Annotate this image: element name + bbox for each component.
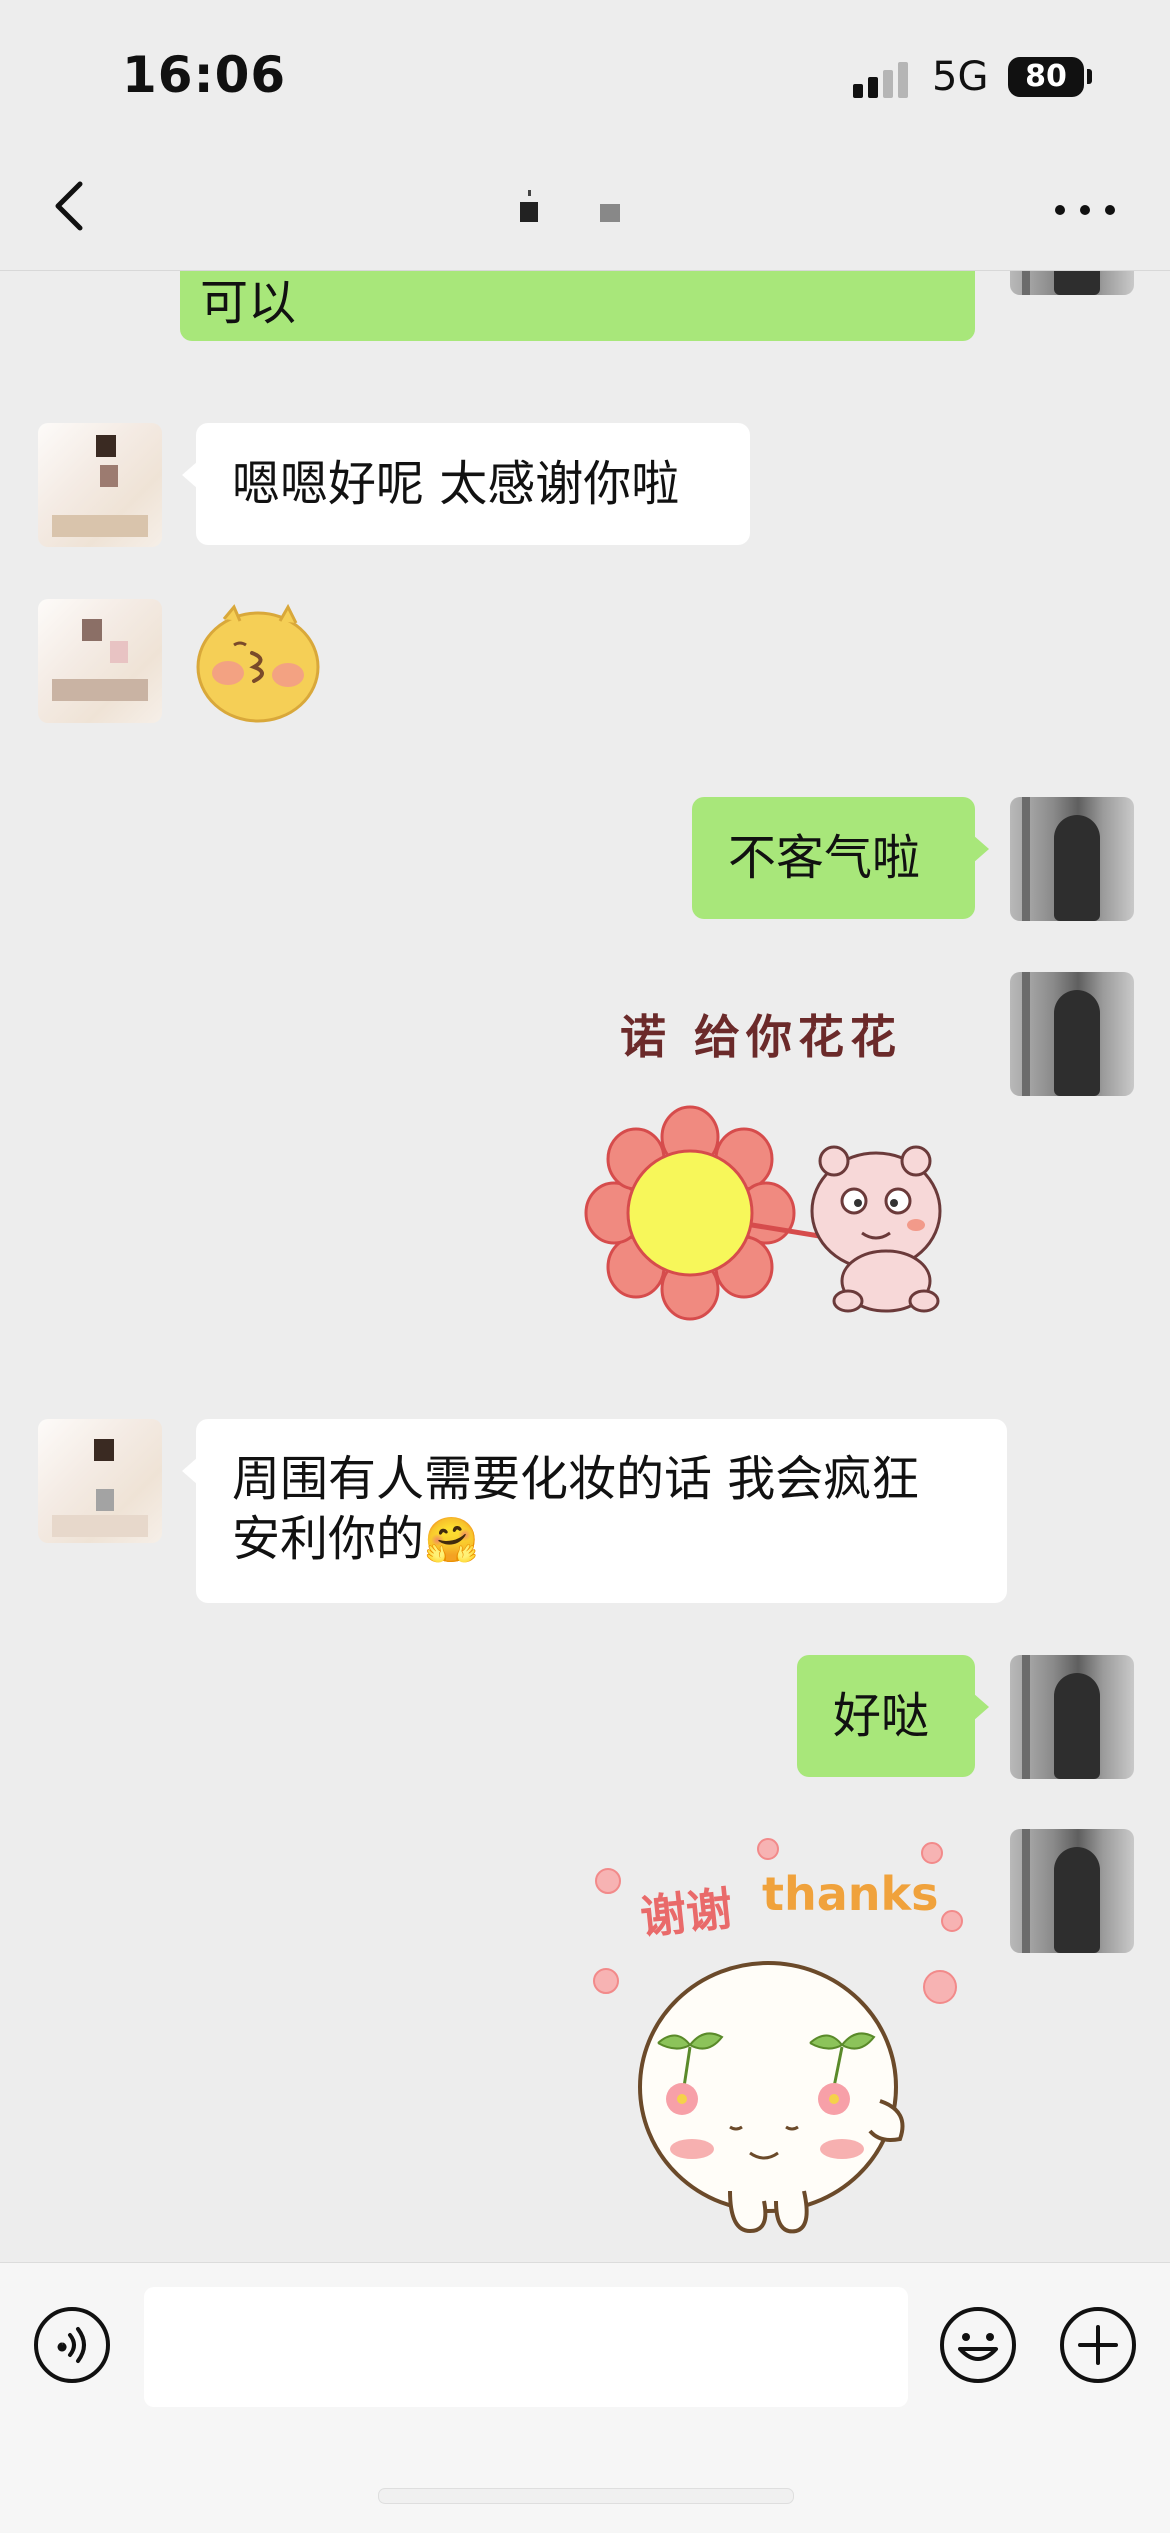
message-text-input[interactable]: [144, 2287, 908, 2407]
my-avatar[interactable]: [1010, 271, 1134, 295]
message-text-line: 周围有人需要化妆的话 我会疯狂: [232, 1451, 920, 1507]
status-bar: 16:06 5G 80: [0, 0, 1170, 150]
flower-bear-sticker[interactable]: [580, 1101, 950, 1321]
chat-header: [0, 150, 1170, 271]
message-text: 安利你的: [232, 1511, 425, 1567]
battery-icon: 80: [1008, 57, 1084, 97]
my-avatar[interactable]: [1010, 1829, 1134, 1953]
contact-avatar[interactable]: [38, 423, 162, 547]
cellular-signal-icon: [853, 62, 908, 98]
my-avatar[interactable]: [1010, 972, 1134, 1096]
home-indicator[interactable]: [378, 2488, 794, 2504]
kiss-face-sticker[interactable]: [194, 601, 324, 723]
status-time: 16:06: [122, 46, 287, 104]
emoji-icon[interactable]: [938, 2305, 1018, 2385]
hugging-face-emoji: 🤗: [424, 1515, 479, 1566]
my-avatar[interactable]: [1010, 1655, 1134, 1779]
battery-level: 80: [1025, 59, 1067, 94]
message-text: 好哒: [833, 1688, 930, 1744]
voice-input-icon[interactable]: [32, 2305, 112, 2385]
message-text-line: 安利你的🤗: [232, 1509, 1007, 1571]
contact-name-blurred: [520, 190, 620, 222]
more-options-icon[interactable]: [1050, 180, 1120, 240]
message-text: 可以: [200, 275, 297, 331]
back-icon[interactable]: [40, 174, 104, 238]
cherry-thanks-sticker[interactable]: [580, 1831, 980, 2251]
sticker-caption: 诺 给你花花: [620, 1010, 903, 1064]
battery-tip: [1087, 69, 1092, 84]
outgoing-message-bubble[interactable]: 可以: [180, 271, 975, 341]
outgoing-message-bubble[interactable]: 好哒: [797, 1655, 989, 1777]
contact-avatar[interactable]: [38, 1419, 162, 1543]
message-text: 嗯嗯好呢 太感谢你啦: [232, 456, 680, 512]
message-text: 不客气啦: [728, 830, 921, 886]
incoming-message-bubble[interactable]: 周围有人需要化妆的话 我会疯狂 安利你的🤗: [182, 1419, 1007, 1603]
outgoing-message-bubble[interactable]: 不客气啦: [692, 797, 989, 919]
network-type: 5G: [932, 54, 989, 100]
contact-avatar[interactable]: [38, 599, 162, 723]
add-icon[interactable]: [1058, 2305, 1138, 2385]
chat-message-list[interactable]: 可以 嗯嗯好呢 太感谢你啦 不客气啦 诺 给你花花 周围有人需要化妆的话 我会疯…: [0, 271, 1170, 2261]
my-avatar[interactable]: [1010, 797, 1134, 921]
incoming-message-bubble[interactable]: 嗯嗯好呢 太感谢你啦: [182, 423, 750, 545]
